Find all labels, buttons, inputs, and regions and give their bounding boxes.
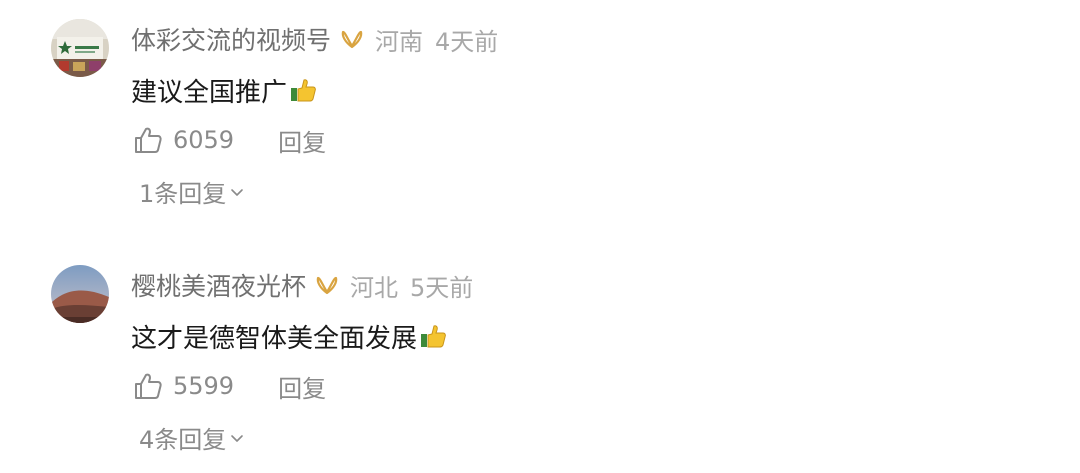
comment-header: 体彩交流的视频号 河南 4天前 (131, 19, 498, 59)
avatar[interactable] (51, 19, 109, 77)
reply-button[interactable]: 回复 (278, 123, 326, 158)
comment-text: 这才是德智体美全面发展 (131, 323, 418, 354)
location: 河北 (350, 273, 399, 302)
comment-body: 这才是德智体美全面发展 (131, 316, 447, 356)
avatar[interactable] (51, 265, 109, 323)
comment-actions: 6059 回复 (133, 120, 326, 160)
username[interactable]: 樱桃美酒夜光杯 (131, 267, 306, 303)
like-count: 6059 (173, 126, 235, 154)
like-button[interactable]: 6059 (133, 125, 234, 155)
replies-count-label: 1条回复 (139, 179, 227, 208)
thumbs-up-emoji-icon (419, 322, 447, 350)
timestamp: 5天前 (410, 273, 474, 302)
like-count: 5599 (173, 372, 235, 400)
comment-text: 建议全国推广 (131, 77, 288, 108)
chevron-down-icon (230, 184, 244, 198)
chevron-down-icon (230, 430, 244, 444)
comment-actions: 5599 回复 (133, 366, 326, 406)
comment-body: 建议全国推广 (131, 70, 317, 110)
view-replies-button[interactable]: 4条回复 (139, 417, 244, 457)
wechat-channels-badge-icon (341, 28, 363, 50)
like-button[interactable]: 5599 (133, 371, 234, 401)
timestamp: 4天前 (435, 27, 499, 56)
thumbs-up-emoji-icon (289, 76, 317, 104)
thumbs-up-icon (133, 125, 163, 155)
reply-button[interactable]: 回复 (278, 369, 326, 404)
username[interactable]: 体彩交流的视频号 (131, 21, 331, 57)
comment-header: 樱桃美酒夜光杯 河北 5天前 (131, 265, 473, 305)
replies-count-label: 4条回复 (139, 425, 227, 454)
view-replies-button[interactable]: 1条回复 (139, 171, 244, 211)
thumbs-up-icon (133, 371, 163, 401)
wechat-channels-badge-icon (316, 274, 338, 296)
location: 河南 (375, 27, 424, 56)
